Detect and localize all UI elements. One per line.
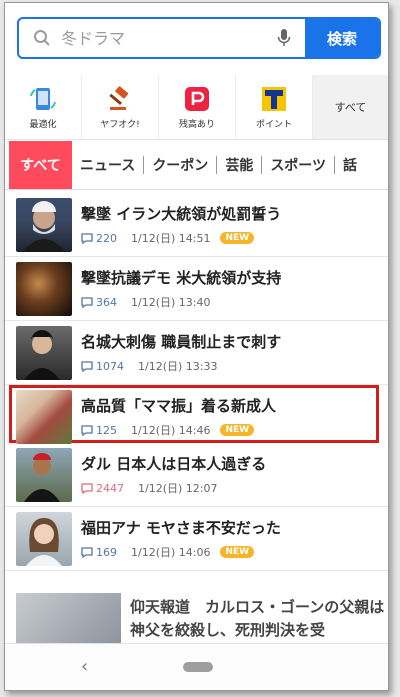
comment-count: 125 [81,424,117,437]
comment-count-value: 364 [96,295,117,309]
tab-entertainment[interactable]: 芸能 [217,141,261,189]
tab-coupon[interactable]: クーポン [144,141,216,189]
comment-icon [81,546,93,558]
search-icon [27,29,57,47]
comment-count: 169 [81,546,117,559]
news-date: 1/12(日) 14:51 [131,232,211,245]
news-thumbnail [16,390,72,444]
news-item[interactable]: 撃墜 イラン大統領が処罰誓う 220 1/12(日) 14:51 NEW [5,193,388,257]
news-meta: 2447 1/12(日) 12:07 [81,480,217,496]
optimize-icon [28,85,58,113]
news-date: 1/12(日) 13:33 [138,360,218,373]
news-item[interactable]: 名城大刺傷 職員制止まで刺す 1074 1/12(日) 13:33 [5,321,388,385]
tab-news[interactable]: ニュース [72,141,143,189]
news-headline: 撃墜 イラン大統領が処罰誓う [81,205,282,223]
feature-thumbnail [16,593,121,643]
comment-icon [81,232,93,244]
shortcut-optimize[interactable]: 最適化 [5,75,82,139]
comment-count: 220 [81,232,117,245]
comment-count: 1074 [81,360,124,373]
tab-sports[interactable]: スポーツ [262,141,334,189]
auction-gavel-icon [105,85,135,113]
shortcut-bar: 最適化 ヤフオク! 残高あり ポイント すべて [5,75,388,140]
news-meta: 169 1/12(日) 14:06 NEW [81,544,255,560]
shortcut-label: 残高あり [178,119,215,130]
news-meta: 220 1/12(日) 14:51 NEW [81,230,255,246]
tpoint-icon [259,85,289,113]
new-badge: NEW [220,232,255,244]
news-item[interactable]: 撃墜抗議デモ 米大統領が支持 364 1/12(日) 13:40 [5,257,388,321]
news-headline: 名城大刺傷 職員制止まで刺す [81,333,282,351]
paypay-icon [182,85,212,113]
comment-icon [81,482,93,494]
news-thumbnail [16,262,72,316]
new-badge: NEW [220,424,255,436]
shortcut-tpoint[interactable]: ポイント [236,75,313,139]
search-button[interactable]: 検索 [305,19,379,57]
news-headline: 撃墜抗議デモ 米大統領が支持 [81,269,282,287]
news-meta: 125 1/12(日) 14:46 NEW [81,422,255,438]
shortcut-label: ヤフオク! [100,119,140,130]
feature-headline: 仰天報道 カルロス・ゴーンの父親は神父を絞殺し、死刑判決を受 [130,598,385,639]
news-thumbnail [16,448,72,502]
shortcut-auction[interactable]: ヤフオク! [82,75,159,139]
shortcut-show-all[interactable]: すべて [313,75,388,139]
system-nav-bar: ‹ [5,643,388,690]
comment-count: 2447 [81,482,124,495]
comment-icon [81,296,93,308]
tab-all[interactable]: すべて [9,141,72,189]
new-badge: NEW [220,546,255,558]
comment-count-value: 2447 [96,481,124,495]
news-date: 1/12(日) 12:07 [138,482,218,495]
news-meta: 1074 1/12(日) 13:33 [81,358,217,374]
feature-article[interactable]: 仰天報道 カルロス・ゴーンの父親は神父を絞殺し、死刑判決を受 [5,588,388,643]
search-box: 検索 [17,17,381,59]
news-item-highlighted[interactable]: 高品質「ママ振」着る新成人 125 1/12(日) 14:46 NEW [9,385,379,444]
news-meta: 364 1/12(日) 13:40 [81,294,210,310]
news-headline: 福田アナ モヤさま不安だった [81,519,281,537]
news-date: 1/12(日) 13:40 [131,296,211,309]
shortcut-label: 最適化 [29,119,57,130]
comment-icon [81,360,93,372]
home-pill-icon[interactable] [183,662,213,672]
news-thumbnail [16,512,72,566]
search-input[interactable] [57,19,269,57]
news-thumbnail [16,198,72,252]
news-date: 1/12(日) 14:46 [131,424,211,437]
comment-count-value: 1074 [96,359,124,373]
phone-screen: 検索 最適化 ヤフオク! 残高あり ポイント すべて [4,2,389,691]
shortcut-paypay[interactable]: 残高あり [159,75,236,139]
shortcut-label: ポイント [255,119,292,130]
comment-count-value: 169 [96,545,117,559]
news-item[interactable]: 福田アナ モヤさま不安だった 169 1/12(日) 14:06 NEW [5,507,388,571]
comment-icon [81,424,93,436]
news-headline: ダル 日本人は日本人過ぎる [81,455,267,473]
news-date: 1/12(日) 14:06 [131,546,211,559]
back-icon[interactable]: ‹ [81,656,88,677]
news-item[interactable]: ダル 日本人は日本人過ぎる 2447 1/12(日) 12:07 [5,443,388,507]
microphone-icon[interactable] [269,28,299,48]
comment-count: 364 [81,296,117,309]
news-list: 撃墜 イラン大統領が処罰誓う 220 1/12(日) 14:51 NEW 撃墜抗… [5,193,388,571]
tab-more[interactable]: 話 [335,141,365,189]
search-bar: 検索 [5,3,388,65]
category-tabs: すべて ニュース クーポン 芸能 スポーツ 話 [5,141,388,190]
comment-count-value: 220 [96,231,117,245]
news-headline: 高品質「ママ振」着る新成人 [81,397,277,415]
news-thumbnail [16,326,72,380]
comment-count-value: 125 [96,423,117,437]
